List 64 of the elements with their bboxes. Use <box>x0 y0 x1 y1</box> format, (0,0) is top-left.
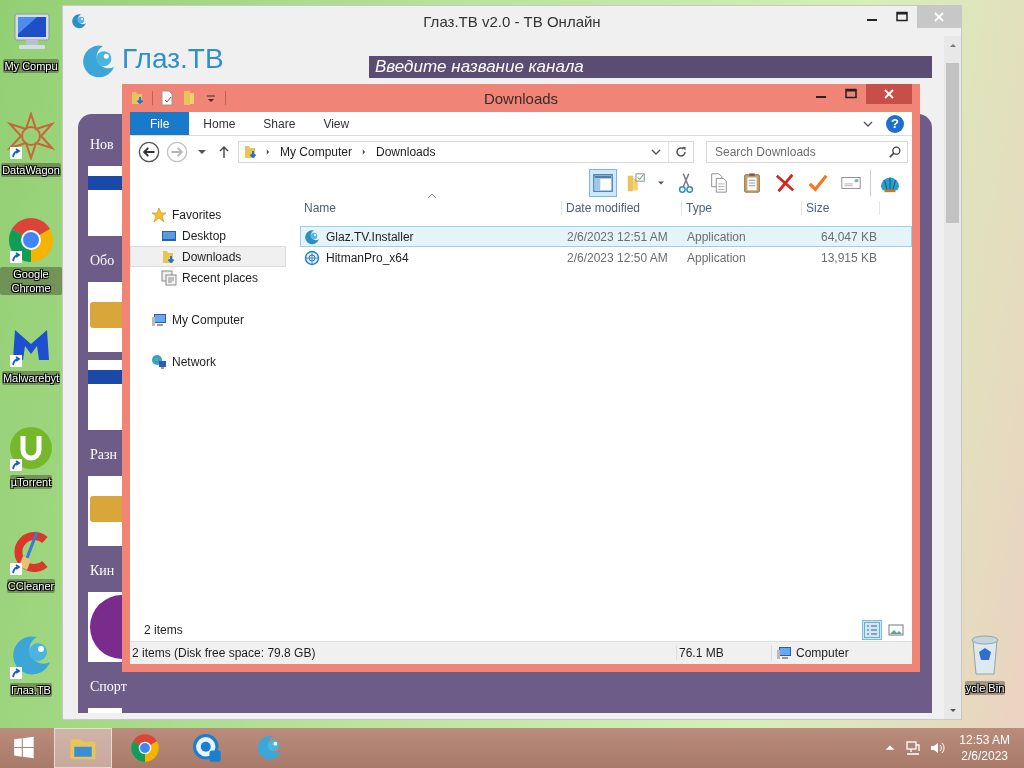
network-icon <box>151 353 167 370</box>
search-field[interactable]: Search Downloads <box>706 141 908 163</box>
section-heading: Обо <box>89 252 115 270</box>
download-folder-icon[interactable] <box>130 90 146 106</box>
properties-icon[interactable] <box>159 90 175 106</box>
u-logo-icon[interactable] <box>7 424 55 472</box>
ribbon-tab[interactable]: File <box>130 112 190 135</box>
window-title: Глаз.ТВ v2.0 - ТВ Онлайн <box>423 12 601 30</box>
computer-icon <box>776 645 792 661</box>
column-header[interactable]: Date modified <box>562 201 682 215</box>
channel-thumbnail[interactable] <box>88 476 122 546</box>
browser-icon[interactable] <box>130 733 160 763</box>
column-header[interactable]: Name <box>300 201 562 215</box>
nav-item[interactable]: Downloads <box>130 246 286 267</box>
nav-item[interactable]: Favorites <box>130 204 286 225</box>
section-heading: Разн <box>89 446 118 464</box>
app-logo-icon <box>71 13 87 29</box>
scrollbar[interactable] <box>944 36 961 719</box>
ribbon-tab[interactable]: Home <box>189 112 250 135</box>
close-button[interactable] <box>866 84 912 104</box>
eye-logo-icon <box>304 228 320 245</box>
channel-thumbnail[interactable] <box>88 360 122 430</box>
help-button[interactable]: ? <box>886 114 904 133</box>
column-header[interactable]: Size <box>802 201 880 215</box>
download-folder-icon <box>243 144 259 160</box>
star-icon <box>151 206 167 223</box>
nav-item[interactable]: Network <box>130 351 286 372</box>
ribbon-tab[interactable]: View <box>309 112 364 135</box>
section-heading: Спорт <box>89 678 127 696</box>
status-location: Computer <box>796 646 849 660</box>
nav-item[interactable]: Desktop <box>130 225 286 246</box>
status-text: 2 items (Disk free space: 79.8 GB) <box>131 646 317 660</box>
breadcrumb[interactable]: Downloads <box>373 145 439 159</box>
scrollbar-thumb[interactable] <box>946 63 959 223</box>
taskbar-button[interactable] <box>54 728 112 768</box>
target-icon[interactable] <box>192 733 222 763</box>
status-size: 76.1 MB <box>676 646 771 660</box>
section-heading: Нов <box>89 136 114 154</box>
browser-icon[interactable] <box>7 216 55 264</box>
logo-text: Глаз.ТВ <box>122 42 224 76</box>
nav-item[interactable]: Recent places <box>130 267 286 288</box>
channel-search-field[interactable]: Введите название канала <box>369 56 932 78</box>
download-folder-icon <box>161 248 177 265</box>
file-row[interactable]: Glaz.TV.Installer 2/6/2023 12:51 AM Application 64,047 KB <box>300 226 912 247</box>
nav-item[interactable]: My Computer <box>130 309 286 330</box>
channel-thumbnail[interactable] <box>88 166 122 236</box>
recent-places-icon <box>161 269 177 286</box>
network-icon[interactable] <box>905 740 922 756</box>
computer-icon <box>151 311 167 328</box>
refresh-icon[interactable] <box>673 144 689 160</box>
breadcrumb[interactable]: My Computer <box>277 145 356 159</box>
window-title: Downloads <box>483 89 559 107</box>
ribbon-tab[interactable]: Share <box>249 112 310 135</box>
target-icon <box>304 249 320 266</box>
channel-thumbnail[interactable] <box>88 282 122 352</box>
item-count: 2 items <box>144 623 183 637</box>
section-heading: Кин <box>89 562 115 580</box>
address-bar[interactable]: My Computer Downloads <box>238 141 694 163</box>
column-header[interactable]: Type <box>682 201 802 215</box>
file-row[interactable]: HitmanPro_x64 2/6/2023 12:50 AM Application 13,915 KB <box>300 247 912 268</box>
channel-thumbnail[interactable] <box>88 592 122 662</box>
volume-icon[interactable] <box>929 740 946 756</box>
back-button[interactable] <box>138 141 160 163</box>
star-ornament-icon[interactable] <box>7 112 55 160</box>
